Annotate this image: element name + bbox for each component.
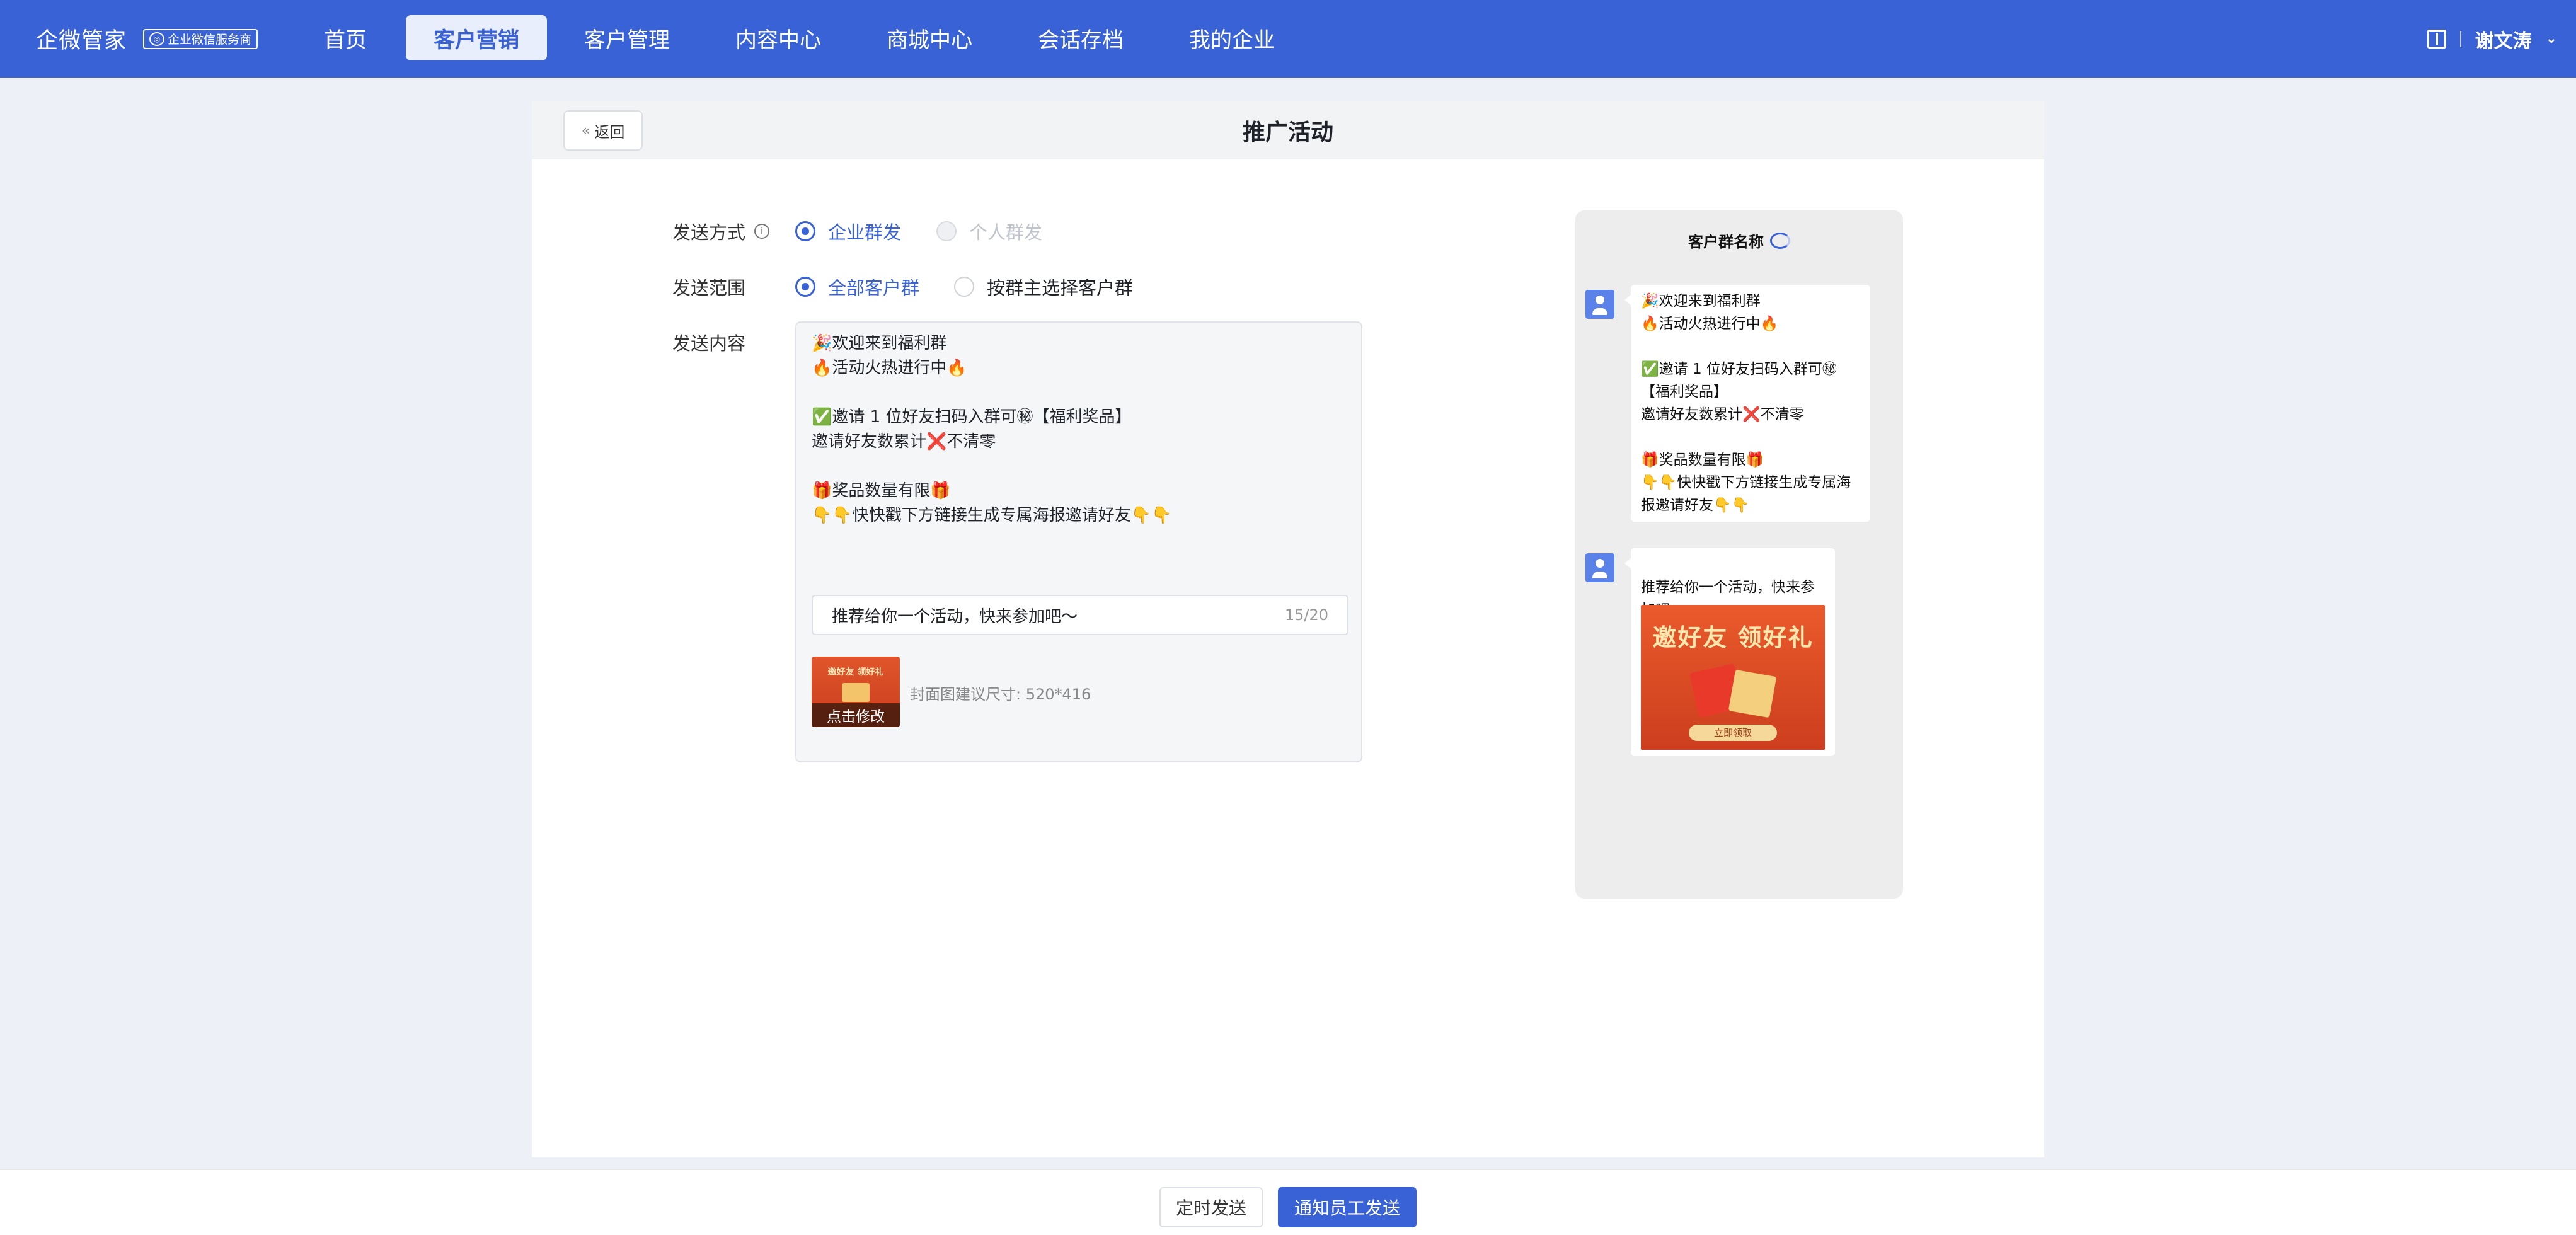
group-chat-icon [1770, 232, 1790, 249]
preview-cover-button: 立即领取 [1689, 725, 1777, 741]
nav-item-label: 商城中心 [887, 27, 972, 53]
radio-select-by-owner[interactable]: 按群主选择客户群 [954, 273, 1133, 300]
nav-item-label: 内容中心 [735, 27, 821, 53]
link-title-value: 推荐给你一个活动，快来参加吧～ [832, 607, 1078, 626]
preview-link-message: 推荐给你一个活动，快来参 加吧～ 邀好友 领好礼 立即领取 [1624, 548, 1835, 756]
content-editor[interactable]: 🎉欢迎来到福利群 🔥活动火热进行中🔥 ✅邀请 1 位好友扫码入群可㊙【福利奖品】… [795, 321, 1362, 762]
nav-item-label: 客户营销 [434, 27, 519, 53]
wecom-icon: ◎ [149, 32, 165, 46]
nav-item-label: 我的企业 [1189, 27, 1275, 53]
radio-label: 按群主选择客户群 [987, 277, 1134, 299]
link-title-input[interactable]: 推荐给你一个活动，快来参加吧～ 15/20 [812, 595, 1348, 635]
divider [2459, 30, 2461, 47]
cover-edit-button[interactable]: 点击修改 [812, 703, 900, 727]
cover-size-hint: 封面图建议尺寸: 520*416 [910, 686, 1091, 703]
avatar [1585, 553, 1614, 582]
send-scope-label-text: 发送范围 [672, 277, 746, 299]
send-content-label: 发送内容 [672, 329, 745, 355]
gift-box-icon [1728, 669, 1777, 718]
nav-item-chat-archive[interactable]: 会话存档 [1033, 15, 1128, 60]
radio-enterprise-send[interactable]: 企业群发 [795, 218, 901, 244]
back-button[interactable]: « 返回 [563, 110, 643, 151]
cover-image-upload[interactable]: 邀好友 领好礼 点击修改 [812, 657, 900, 727]
preview-group-name: 客户群名称 [1688, 233, 1764, 251]
footer-bar: 定时发送 通知员工发送 [0, 1169, 2576, 1235]
send-mode-label: 发送方式 i [672, 218, 770, 244]
nav-item-my-enterprise[interactable]: 我的企业 [1185, 15, 1279, 60]
radio-dot [936, 221, 957, 241]
radio-label: 全部客户群 [828, 277, 920, 299]
nav-item-label: 客户管理 [584, 27, 670, 53]
brand-badge: ◎ 企业微信服务商 [143, 28, 258, 49]
preview-cover-title: 邀好友 领好礼 [1652, 624, 1814, 652]
radio-label: 个人群发 [969, 222, 1043, 243]
radio-all-groups[interactable]: 全部客户群 [795, 273, 919, 300]
user-name[interactable]: 谢文涛 [2475, 25, 2532, 53]
schedule-send-button[interactable]: 定时发送 [1159, 1187, 1263, 1227]
preview-header: 客户群名称 [1575, 229, 1903, 251]
radio-label: 企业群发 [828, 222, 902, 243]
brand-name: 企微管家 [36, 28, 127, 54]
nav-item-label: 会话存档 [1038, 27, 1124, 53]
page-header: 推广活动 « 返回 [532, 101, 2044, 159]
brand-badge-text: 企业微信服务商 [168, 33, 252, 47]
nav-item-customer-management[interactable]: 客户管理 [580, 15, 674, 60]
page-title: 推广活动 [1242, 119, 1333, 146]
radio-personal-send: 个人群发 [936, 218, 1042, 244]
nav-item-customer-marketing[interactable]: 客户营销 [406, 15, 547, 60]
book-icon[interactable] [2427, 29, 2446, 49]
preview-link-cover: 邀好友 领好礼 立即领取 [1641, 605, 1825, 750]
double-chevron-left-icon: « [581, 122, 591, 139]
content-textarea[interactable]: 🎉欢迎来到福利群 🔥活动火热进行中🔥 ✅邀请 1 位好友扫码入群可㊙【福利奖品】… [812, 331, 1341, 528]
send-content-label-text: 发送内容 [672, 333, 746, 354]
nav-item-content-center[interactable]: 内容中心 [731, 15, 825, 60]
info-icon[interactable]: i [754, 224, 770, 239]
radio-dot [795, 221, 815, 241]
top-right-area: 谢文涛 ⌄ [2427, 0, 2557, 78]
nav-item-label: 首页 [324, 27, 367, 53]
notify-staff-send-button[interactable]: 通知员工发送 [1278, 1187, 1417, 1227]
back-button-label: 返回 [594, 123, 625, 141]
top-nav-bar: 企微管家 ◎ 企业微信服务商 首页 客户营销 客户管理 内容中心 商城中心 会话… [0, 0, 2576, 78]
preview-text-message: 🎉欢迎来到福利群 🔥活动火热进行中🔥 ✅邀请 1 位好友扫码入群可㊙ 【福利奖品… [1624, 285, 1870, 522]
cover-image-title: 邀好友 领好礼 [827, 667, 884, 677]
send-mode-label-text: 发送方式 [672, 222, 746, 243]
radio-dot [795, 277, 815, 297]
send-scope-label: 发送范围 [672, 273, 745, 300]
brand[interactable]: 企微管家 ◎ 企业微信服务商 [36, 0, 258, 78]
chevron-down-icon[interactable]: ⌄ [2546, 31, 2557, 47]
char-count: 15/20 [1284, 606, 1328, 624]
gift-box-icon [842, 683, 870, 702]
radio-dot [954, 277, 974, 297]
nav-item-mall-center[interactable]: 商城中心 [882, 15, 977, 60]
message-preview: 客户群名称 🎉欢迎来到福利群 🔥活动火热进行中🔥 ✅邀请 1 位好友扫码入群可㊙… [1575, 210, 1903, 899]
avatar [1585, 290, 1614, 319]
nav-item-home[interactable]: 首页 [320, 15, 371, 60]
